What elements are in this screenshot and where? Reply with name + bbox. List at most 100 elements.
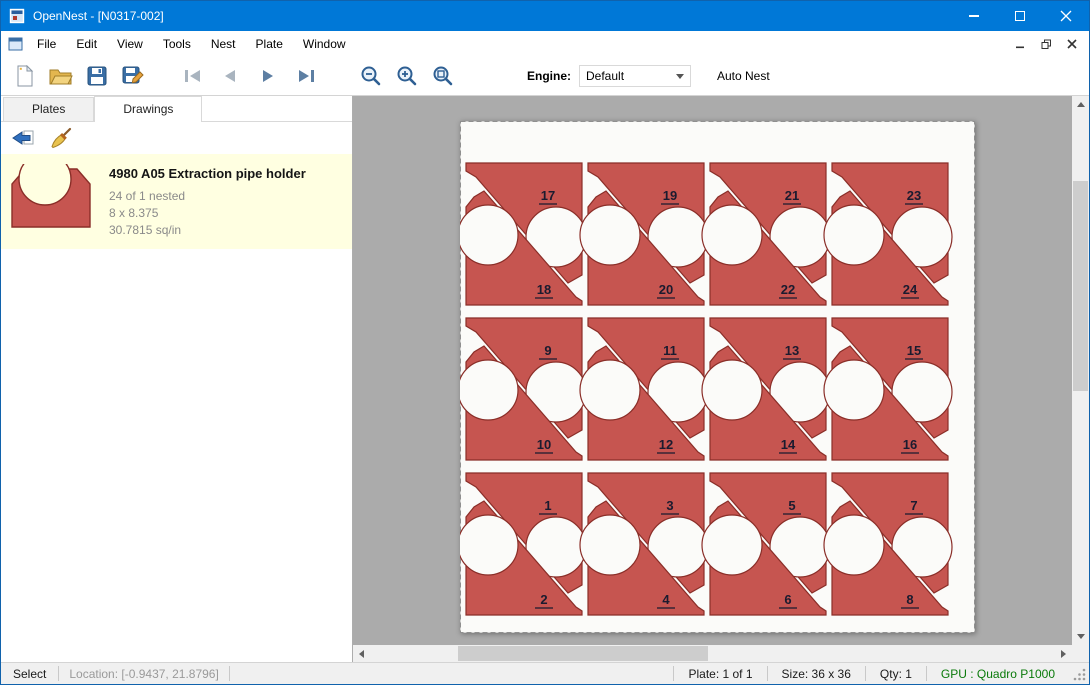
part-number: 22 bbox=[781, 282, 795, 297]
part-number: 12 bbox=[659, 437, 673, 452]
part-number: 21 bbox=[785, 188, 799, 203]
return-part-button[interactable] bbox=[9, 125, 37, 151]
vertical-scroll-thumb[interactable] bbox=[1073, 181, 1088, 391]
auto-nest-button[interactable]: Auto Nest bbox=[711, 65, 776, 87]
part-number: 23 bbox=[907, 188, 921, 203]
part-number: 9 bbox=[544, 343, 551, 358]
menu-view[interactable]: View bbox=[107, 31, 153, 57]
scroll-right-arrow[interactable] bbox=[1055, 645, 1072, 662]
zoom-in-button[interactable] bbox=[389, 59, 425, 93]
part-number: 2 bbox=[540, 592, 547, 607]
tab-drawings[interactable]: Drawings bbox=[94, 96, 202, 122]
app-icon bbox=[9, 8, 25, 24]
status-gpu: GPU : Quadro P1000 bbox=[927, 667, 1069, 681]
scroll-down-arrow[interactable] bbox=[1072, 628, 1089, 645]
status-qty: Qty: 1 bbox=[866, 667, 926, 681]
mdi-close-button[interactable] bbox=[1063, 36, 1081, 52]
first-icon bbox=[185, 70, 188, 82]
title-bar: OpenNest - [N0317-002] bbox=[1, 1, 1089, 31]
scroll-up-arrow[interactable] bbox=[1072, 96, 1089, 113]
mdi-restore-button[interactable] bbox=[1037, 36, 1055, 52]
zoom-out-button[interactable] bbox=[353, 59, 389, 93]
save-floppy-icon bbox=[87, 66, 107, 86]
horizontal-scrollbar[interactable] bbox=[353, 645, 1072, 662]
menu-bar: File Edit View Tools Nest Plate Window bbox=[1, 31, 1089, 57]
part-number: 24 bbox=[903, 282, 918, 297]
minimize-button[interactable] bbox=[951, 1, 997, 31]
return-arrow-icon bbox=[11, 129, 35, 147]
resize-grip[interactable] bbox=[1073, 667, 1087, 681]
document-icon[interactable] bbox=[8, 37, 23, 51]
panel-toolbar bbox=[1, 122, 352, 154]
part-number: 8 bbox=[906, 592, 913, 607]
zoom-fit-button[interactable] bbox=[425, 59, 461, 93]
maximize-icon bbox=[1015, 11, 1025, 21]
next-icon bbox=[263, 70, 273, 82]
part-hole bbox=[702, 515, 762, 575]
part-number: 10 bbox=[537, 437, 551, 452]
last-plate-button[interactable] bbox=[287, 59, 325, 93]
status-size: Size: 36 x 36 bbox=[768, 667, 865, 681]
part-number: 5 bbox=[788, 498, 795, 513]
status-plate: Plate: 1 of 1 bbox=[674, 667, 766, 681]
menu-plate[interactable]: Plate bbox=[246, 31, 293, 57]
drawing-list-item[interactable]: 4980 A05 Extraction pipe holder 24 of 1 … bbox=[1, 154, 352, 249]
menu-file[interactable]: File bbox=[27, 31, 66, 57]
drawing-nested-count: 24 of 1 nested bbox=[109, 188, 306, 205]
new-button[interactable] bbox=[7, 59, 43, 93]
engine-select[interactable]: Default bbox=[579, 65, 691, 87]
previous-plate-button[interactable] bbox=[211, 59, 249, 93]
part-number: 15 bbox=[907, 343, 921, 358]
zoom-out-icon bbox=[360, 65, 382, 87]
part-thumbnail bbox=[9, 164, 93, 235]
close-button[interactable] bbox=[1043, 1, 1089, 31]
horizontal-scroll-thumb[interactable] bbox=[458, 646, 708, 661]
window-title: OpenNest - [N0317-002] bbox=[33, 9, 164, 23]
part-hole bbox=[580, 515, 640, 575]
part-number: 20 bbox=[659, 282, 673, 297]
drawing-dimensions: 8 x 8.375 bbox=[109, 205, 306, 222]
status-mode: Select bbox=[1, 667, 58, 681]
part-number: 7 bbox=[910, 498, 917, 513]
part-hole bbox=[460, 515, 518, 575]
vertical-scrollbar[interactable] bbox=[1072, 96, 1089, 645]
part-number: 14 bbox=[781, 437, 796, 452]
status-bar: Select Location: [-0.9437, 21.8796] Plat… bbox=[1, 662, 1089, 684]
save-button[interactable] bbox=[79, 59, 115, 93]
part-hole bbox=[580, 360, 640, 420]
chevron-down-icon bbox=[676, 74, 684, 79]
close-icon bbox=[1060, 10, 1072, 22]
save-as-button[interactable] bbox=[115, 59, 151, 93]
restore-icon bbox=[1041, 39, 1052, 50]
part-number: 6 bbox=[784, 592, 791, 607]
clear-nest-button[interactable] bbox=[47, 125, 75, 151]
part-hole bbox=[460, 360, 518, 420]
open-button[interactable] bbox=[43, 59, 79, 93]
next-plate-button[interactable] bbox=[249, 59, 287, 93]
menu-tools[interactable]: Tools bbox=[153, 31, 201, 57]
new-page-icon bbox=[15, 65, 35, 87]
menu-edit[interactable]: Edit bbox=[66, 31, 107, 57]
menu-window[interactable]: Window bbox=[293, 31, 356, 57]
drawing-area: 30.7815 sq/in bbox=[109, 222, 306, 239]
part-number: 4 bbox=[662, 592, 670, 607]
nesting-canvas[interactable]: 17 18 19 20 21 22 23 bbox=[353, 96, 1072, 645]
part-number: 13 bbox=[785, 343, 799, 358]
first-plate-button[interactable] bbox=[173, 59, 211, 93]
menu-nest[interactable]: Nest bbox=[201, 31, 246, 57]
part-number: 1 bbox=[544, 498, 551, 513]
part-number: 19 bbox=[663, 188, 677, 203]
app-window: OpenNest - [N0317-002] File Edit View To… bbox=[0, 0, 1090, 685]
mdi-minimize-button[interactable] bbox=[1011, 36, 1029, 52]
tab-plates[interactable]: Plates bbox=[3, 97, 94, 121]
plate-view[interactable]: 17 18 19 20 21 22 23 bbox=[460, 121, 975, 633]
part-number: 16 bbox=[903, 437, 917, 452]
part-hole bbox=[460, 205, 518, 265]
last-icon bbox=[299, 70, 309, 82]
part-hole bbox=[702, 205, 762, 265]
maximize-button[interactable] bbox=[997, 1, 1043, 31]
zoom-in-icon bbox=[396, 65, 418, 87]
save-edit-icon bbox=[122, 66, 144, 87]
panel-tabstrip: Plates Drawings bbox=[1, 96, 352, 122]
scroll-left-arrow[interactable] bbox=[353, 645, 370, 662]
